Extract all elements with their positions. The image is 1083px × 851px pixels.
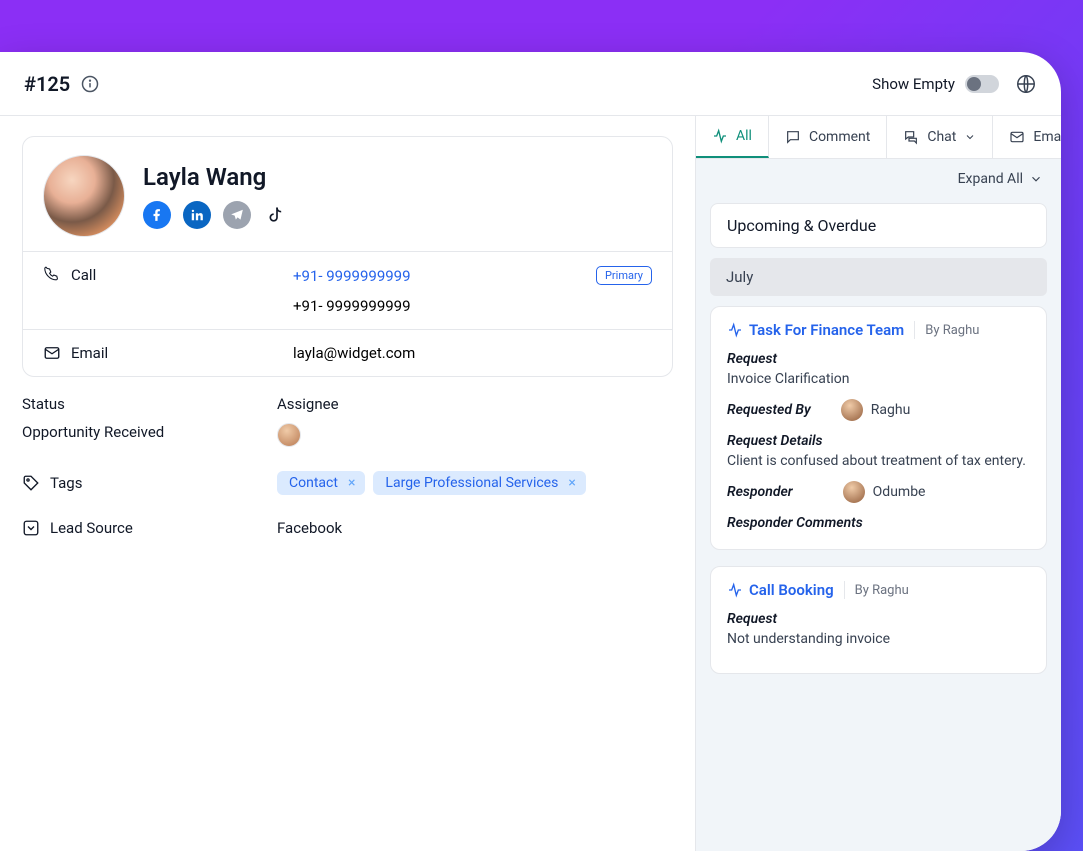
facebook-icon[interactable]: [143, 201, 171, 229]
email-value[interactable]: layla@widget.com: [293, 344, 415, 362]
assignee-avatar[interactable]: [277, 423, 301, 447]
linkedin-icon[interactable]: [183, 201, 211, 229]
globe-icon[interactable]: [1015, 73, 1037, 95]
responder-comments-label: Responder Comments: [727, 515, 1030, 531]
activity-icon: [727, 322, 743, 338]
request-label: Request: [727, 351, 1030, 367]
lead-source-value: Facebook: [277, 519, 342, 537]
telegram-icon[interactable]: [223, 201, 251, 229]
requested-by-name: Raghu: [871, 402, 911, 418]
phone-icon: [43, 266, 61, 284]
chevron-down-icon: [964, 131, 976, 143]
tab-chat[interactable]: Chat: [887, 116, 993, 158]
avatar: [43, 155, 125, 237]
topbar: #125 Show Empty: [0, 52, 1061, 116]
activity-by: By Raghu: [925, 323, 979, 338]
request-details-value: Client is confused about treatment of ta…: [727, 453, 1030, 469]
dropdown-icon: [22, 519, 40, 537]
activity-title[interactable]: Task For Finance Team: [727, 321, 904, 339]
activity-icon: [727, 582, 743, 598]
info-icon[interactable]: [80, 74, 100, 94]
app-window: #125 Show Empty Layla Wang: [0, 52, 1061, 851]
lead-source-label: Lead Source: [50, 519, 133, 537]
right-panel: All Comment Chat Email Expand All: [696, 116, 1061, 851]
request-label: Request: [727, 611, 1030, 627]
tab-comment[interactable]: Comment: [769, 116, 887, 158]
timeline-tabs: All Comment Chat Email: [696, 116, 1061, 159]
requested-by-label: Requested By: [727, 402, 811, 418]
phone-secondary[interactable]: +91- 9999999999: [293, 297, 411, 315]
tag-item[interactable]: Large Professional Services ×: [373, 471, 585, 495]
show-empty-toggle[interactable]: Show Empty: [872, 75, 999, 93]
status-value: Opportunity Received: [22, 423, 164, 441]
request-details-label: Request Details: [727, 433, 1030, 449]
responder-label: Responder: [727, 484, 793, 500]
request-value: Not understanding invoice: [727, 631, 1030, 647]
toggle-switch[interactable]: [965, 75, 999, 93]
person-avatar: [841, 399, 863, 421]
tiktok-icon[interactable]: [263, 201, 291, 229]
close-icon[interactable]: ×: [348, 475, 359, 491]
email-label: Email: [71, 344, 108, 362]
show-empty-label: Show Empty: [872, 75, 955, 93]
status-label: Status: [22, 395, 65, 413]
call-label: Call: [71, 266, 96, 284]
chevron-down-icon: [1029, 172, 1043, 186]
expand-all-button[interactable]: Expand All: [696, 159, 1061, 199]
assignee-label: Assignee: [277, 395, 339, 413]
contact-name: Layla Wang: [143, 163, 291, 191]
activity-card: Call Booking By Raghu Request Not unders…: [710, 566, 1047, 674]
request-value: Invoice Clarification: [727, 371, 1030, 387]
person-avatar: [843, 481, 865, 503]
activity-by: By Raghu: [855, 583, 909, 598]
tab-email[interactable]: Email: [993, 116, 1061, 158]
email-icon: [43, 344, 61, 362]
close-icon[interactable]: ×: [568, 475, 579, 491]
activity-card: Task For Finance Team By Raghu Request I…: [710, 306, 1047, 550]
tags-label: Tags: [50, 474, 82, 492]
left-panel: Layla Wang: [0, 116, 696, 851]
contact-card: Layla Wang: [22, 136, 673, 377]
ticket-id: #125: [24, 72, 70, 96]
tag-icon: [22, 474, 40, 492]
tag-item[interactable]: Contact ×: [277, 471, 365, 495]
responder-name: Odumbe: [873, 484, 926, 500]
month-header: July: [710, 258, 1047, 296]
primary-badge: Primary: [596, 266, 652, 285]
activity-title[interactable]: Call Booking: [727, 581, 834, 599]
tab-all[interactable]: All: [696, 116, 769, 158]
upcoming-header[interactable]: Upcoming & Overdue: [710, 203, 1047, 248]
phone-primary[interactable]: +91- 9999999999: [293, 267, 411, 285]
